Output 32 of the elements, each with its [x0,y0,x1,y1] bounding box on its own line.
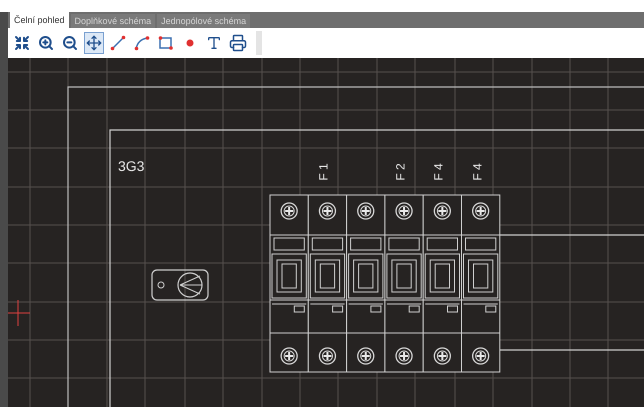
toolbar-grip[interactable] [256,31,262,55]
breaker-label: F 2 [394,163,407,181]
zoom-in-icon [38,35,54,51]
screw-terminal [434,202,451,220]
device-label: 3G3 [118,159,144,173]
screw-terminal [472,347,490,365]
screw-terminal [395,347,413,365]
screw-terminal [280,347,298,365]
screw-terminal [472,202,490,220]
screw-terminal [280,202,298,220]
screw-terminal [395,202,413,220]
fit-icon [14,35,30,51]
dot-icon [186,39,194,47]
drawing-canvas[interactable]: 3G3 F 1 F 2 F 4 F 4 [8,58,644,407]
breaker-label: F 4 [471,163,484,181]
breaker-label: F 1 [318,163,330,181]
text-icon [206,35,222,51]
curve-icon [134,35,150,51]
tab[interactable]: Čelní pohled [10,12,69,28]
screw-terminal [318,347,336,365]
screw-terminal [434,347,451,365]
screw-terminal [357,202,374,220]
screw-terminal [318,202,336,220]
rectangle-icon [158,35,174,51]
breaker-label: F 4 [432,163,445,181]
toolbar-button[interactable] [84,32,104,54]
screw-terminal [357,347,374,365]
crosshair-marker [8,300,30,326]
toolbar-button[interactable] [228,32,248,54]
line-icon [110,35,126,51]
rotary-switch-drawing [151,269,209,301]
zoom-out-icon [62,35,78,51]
